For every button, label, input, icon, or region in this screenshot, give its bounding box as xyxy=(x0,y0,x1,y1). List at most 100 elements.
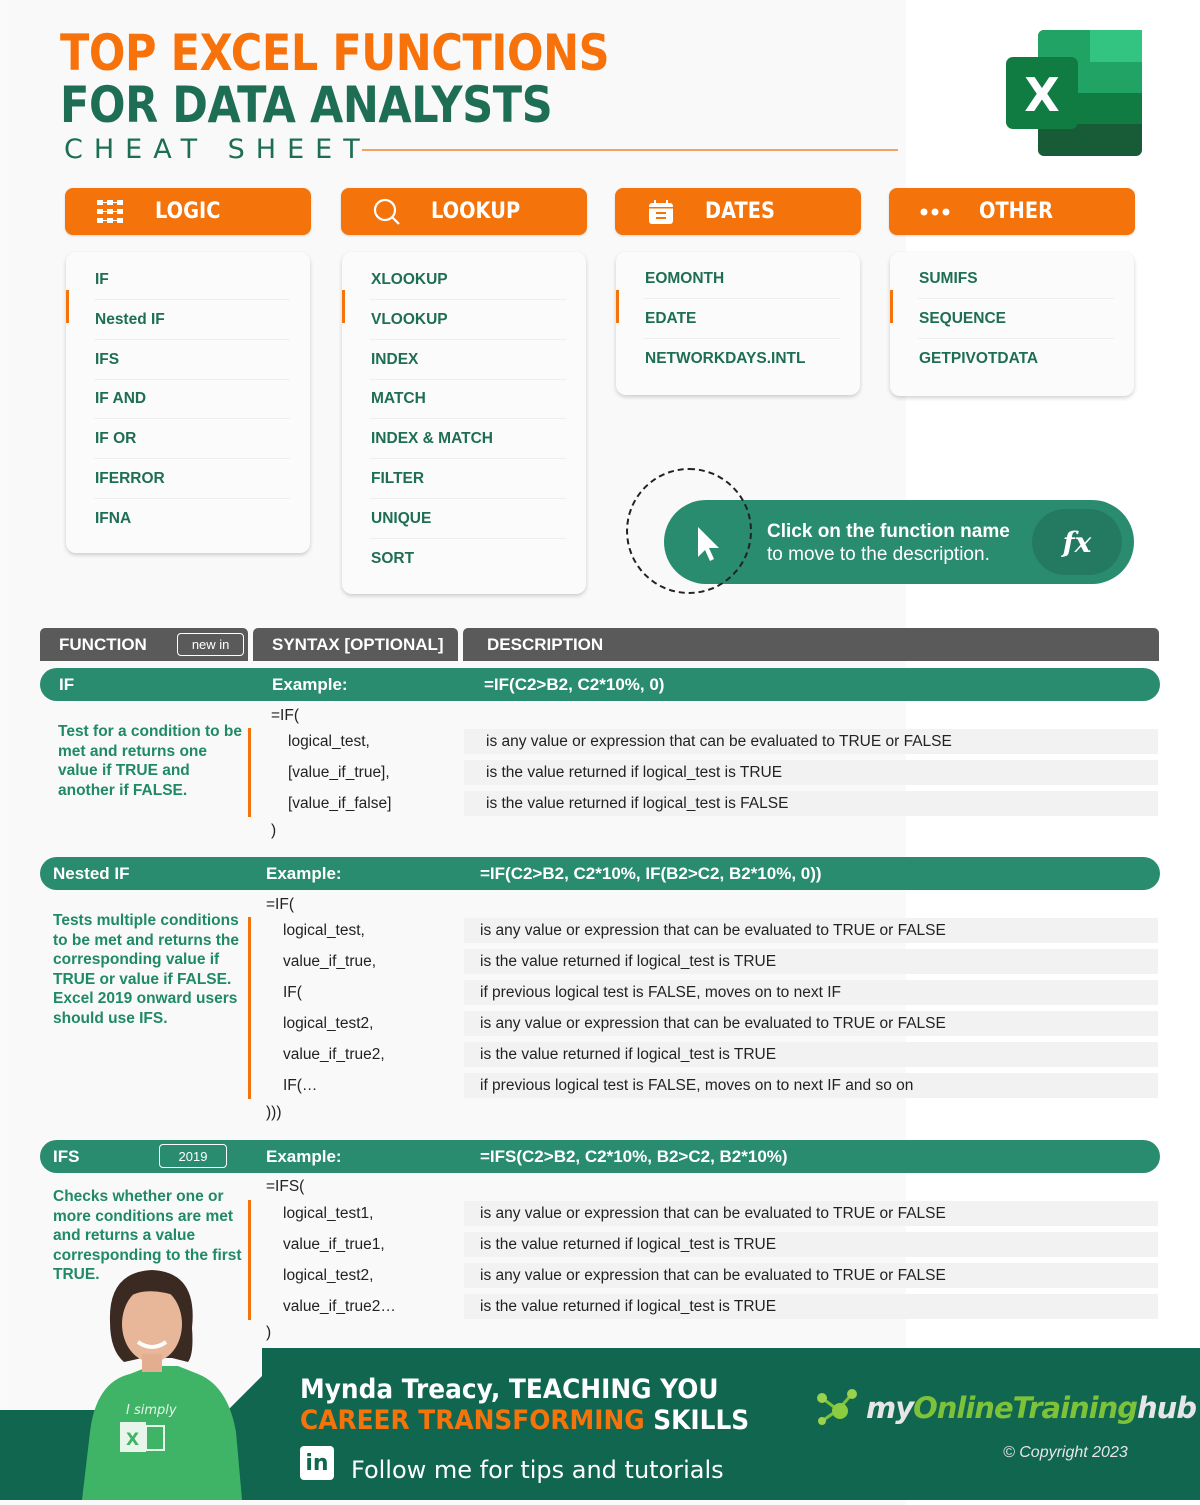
footer-tagline: CAREER TRANSFORMING SKILLS xyxy=(300,1405,749,1436)
excel-logo-letter: X xyxy=(1024,68,1059,122)
list-item-if[interactable]: IF xyxy=(94,260,290,300)
lookup-function-list: XLOOKUP VLOOKUP INDEX MATCH INDEX & MATC… xyxy=(342,252,586,594)
function-bar-ifs[interactable]: IFS 2019 Example: =IFS(C2>B2, C2*10%, B2… xyxy=(40,1140,1160,1173)
arg-description: is any value or expression that can be e… xyxy=(464,729,1158,754)
category-tab-logic[interactable]: LOGIC xyxy=(65,188,311,235)
hint-text-bold: Click on the function name xyxy=(767,521,1010,542)
list-item-if-or[interactable]: IF OR xyxy=(94,419,290,459)
function-bar-nested-if[interactable]: Nested IF Example: =IF(C2>B2, C2*10%, IF… xyxy=(40,857,1160,890)
syntax-arg: value_if_true1, xyxy=(283,1236,385,1253)
syntax-arg: value_if_true2… xyxy=(283,1298,396,1315)
arg-description: if previous logical test is FALSE, moves… xyxy=(464,980,1158,1005)
arg-description-text: is any value or expression that can be e… xyxy=(480,921,946,939)
column-header-description: DESCRIPTION xyxy=(463,628,1159,661)
example-label: Example: xyxy=(266,1147,342,1166)
list-item-index[interactable]: INDEX xyxy=(370,340,566,380)
list-item-vlookup[interactable]: VLOOKUP xyxy=(370,300,566,340)
arg-description: is any value or expression that can be e… xyxy=(464,1201,1158,1226)
subtitle-divider xyxy=(362,149,898,151)
syntax-open: =IF( xyxy=(271,707,299,724)
list-accent-bar xyxy=(342,290,345,323)
arg-description: is any value or expression that can be e… xyxy=(464,918,1158,943)
function-name: Nested IF xyxy=(53,864,130,883)
arg-description: is any value or expression that can be e… xyxy=(464,1263,1158,1288)
category-label: OTHER xyxy=(979,199,1054,224)
arg-description-text: is the value returned if logical_test is… xyxy=(480,1045,777,1063)
example-label: Example: xyxy=(266,864,342,883)
list-item-index-match[interactable]: INDEX & MATCH xyxy=(370,419,566,459)
brand-hub: hub xyxy=(1137,1391,1197,1425)
example-formula: =IF(C2>B2, C2*10%, IF(B2>C2, B2*10%, 0)) xyxy=(480,864,822,883)
example-formula: =IF(C2>B2, C2*10%, 0) xyxy=(484,675,665,694)
dates-function-list: EOMONTH EDATE NETWORKDAYS.INTL xyxy=(616,252,860,395)
list-item-ifs[interactable]: IFS xyxy=(94,340,290,380)
arg-description-text: is the value returned if logical_test is… xyxy=(486,763,783,781)
arg-description: is any value or expression that can be e… xyxy=(464,1011,1158,1036)
arg-description: is the value returned if logical_test is… xyxy=(464,760,1158,785)
footer-headline: Mynda Treacy, TEACHING YOU xyxy=(300,1374,719,1405)
arg-description-text: is the value returned if logical_test is… xyxy=(486,794,789,812)
category-label: LOGIC xyxy=(155,199,221,224)
arg-description-text: is any value or expression that can be e… xyxy=(480,1204,946,1222)
list-item-filter[interactable]: FILTER xyxy=(370,459,566,499)
syntax-arg: logical_test, xyxy=(288,733,370,750)
syntax-arg: IF(… xyxy=(283,1077,318,1094)
syntax-arg: logical_test1, xyxy=(283,1205,374,1222)
arg-description-text: is the value returned if logical_test is… xyxy=(480,952,777,970)
arg-description-text: if previous logical test is FALSE, moves… xyxy=(480,1076,914,1094)
function-name: IF xyxy=(59,675,75,694)
hint-text-regular: to move to the description. xyxy=(767,544,990,565)
category-tab-lookup[interactable]: LOOKUP xyxy=(341,188,587,235)
syntax-close: ))) xyxy=(266,1104,282,1121)
cursor-arrow-icon xyxy=(694,524,722,564)
logic-function-list: IF Nested IF IFS IF AND IF OR IFERROR IF… xyxy=(66,252,310,553)
list-item-match[interactable]: MATCH xyxy=(370,379,566,419)
shirt-text: I simply xyxy=(126,1403,177,1418)
linkedin-icon[interactable]: in xyxy=(300,1446,334,1480)
category-label: LOOKUP xyxy=(431,199,521,224)
syntax-open: =IFS( xyxy=(266,1178,305,1195)
syntax-arg: [value_if_true], xyxy=(288,764,390,781)
syntax-arg: value_if_true2, xyxy=(283,1046,385,1063)
more-dots-icon xyxy=(919,196,951,228)
function-bar-if[interactable]: IF Example: =IF(C2>B2, C2*10%, 0) xyxy=(40,668,1160,701)
list-item-ifna[interactable]: IFNA xyxy=(94,499,290,539)
list-item-sequence[interactable]: SEQUENCE xyxy=(918,299,1114,339)
arg-description-text: is the value returned if logical_test is… xyxy=(480,1297,777,1315)
list-item-if-and[interactable]: IF AND xyxy=(94,379,290,419)
list-item-eomonth[interactable]: EOMONTH xyxy=(644,259,840,299)
flowchart-grid-icon xyxy=(95,196,127,228)
syntax-arg: value_if_true, xyxy=(283,953,377,970)
list-item-getpivotdata[interactable]: GETPIVOTDATA xyxy=(918,339,1114,379)
section-divider xyxy=(248,728,251,817)
list-item-nested-if[interactable]: Nested IF xyxy=(94,300,290,340)
brand-my: my xyxy=(866,1391,914,1425)
list-item-sumifs[interactable]: SUMIFS xyxy=(918,259,1114,299)
brand-logo: my OnlineTraining hub xyxy=(816,1388,1197,1428)
column-header-description-label: DESCRIPTION xyxy=(487,634,604,654)
list-accent-bar xyxy=(890,290,893,323)
arg-description: is the value returned if logical_test is… xyxy=(464,1294,1158,1319)
arg-description-text: is the value returned if logical_test is… xyxy=(480,1235,777,1253)
page-subtitle: CHEAT SHEET xyxy=(64,134,371,165)
column-header-syntax: SYNTAX [OPTIONAL] xyxy=(253,628,458,661)
list-item-sort[interactable]: SORT xyxy=(370,539,566,579)
arg-description: is the value returned if logical_test is… xyxy=(464,1042,1158,1067)
list-item-networkdays-intl[interactable]: NETWORKDAYS.INTL xyxy=(644,339,840,379)
list-item-edate[interactable]: EDATE xyxy=(644,299,840,339)
function-summary: Tests multiple conditions to be met and … xyxy=(53,912,240,1027)
molecule-logo-icon xyxy=(816,1388,860,1428)
list-item-xlookup[interactable]: XLOOKUP xyxy=(370,260,566,300)
calendar-icon xyxy=(645,196,677,228)
dashed-circle-highlight xyxy=(626,468,752,594)
syntax-close: ) xyxy=(266,1324,272,1341)
arg-description: is the value returned if logical_test is… xyxy=(464,949,1158,974)
search-icon xyxy=(371,196,403,228)
list-item-unique[interactable]: UNIQUE xyxy=(370,499,566,539)
follow-link[interactable]: Follow me for tips and tutorials xyxy=(351,1456,724,1484)
category-tab-dates[interactable]: DATES xyxy=(615,188,861,235)
footer-tagline-rest: SKILLS xyxy=(644,1405,750,1436)
list-item-iferror[interactable]: IFERROR xyxy=(94,459,290,499)
example-label: Example: xyxy=(272,675,348,694)
category-tab-other[interactable]: OTHER xyxy=(889,188,1135,235)
